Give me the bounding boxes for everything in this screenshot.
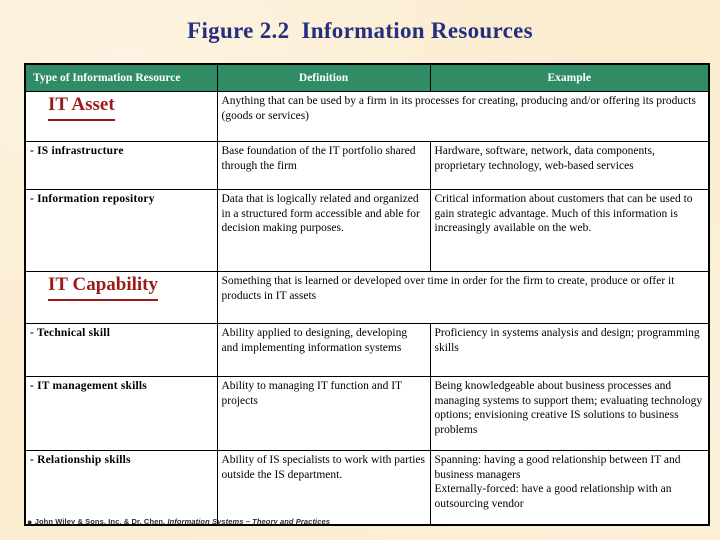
item-label-information-repository: - Information repository bbox=[24, 189, 218, 272]
item-example-technical-skill: Proficiency in systems analysis and desi… bbox=[429, 323, 710, 377]
category-definition-it-capability: Something that is learned or developed o… bbox=[216, 271, 710, 324]
category-cell-it-capability: IT Capability bbox=[24, 271, 218, 324]
column-header-example: Example bbox=[429, 63, 710, 92]
table-row-relationship-skills: - Relationship skills Ability of IS spec… bbox=[24, 450, 710, 526]
item-definition-it-management-skills: Ability to managing IT function and IT p… bbox=[216, 376, 431, 451]
item-example-information-repository: Critical information about customers tha… bbox=[429, 189, 710, 272]
table-row-technical-skill: - Technical skill Ability applied to des… bbox=[24, 323, 710, 377]
column-header-type: Type of Information Resource bbox=[24, 63, 218, 92]
column-header-definition: Definition bbox=[216, 63, 431, 92]
category-label-it-capability: IT Capability bbox=[48, 274, 158, 301]
item-definition-technical-skill: Ability applied to designing, developing… bbox=[216, 323, 431, 377]
item-label-relationship-skills: - Relationship skills bbox=[24, 450, 218, 526]
item-definition-information-repository: Data that is logically related and organ… bbox=[216, 189, 431, 272]
item-definition-is-infrastructure: Base foundation of the IT portfolio shar… bbox=[216, 141, 431, 190]
footer-text: John Wiley & Sons, Inc. & Dr. Chen, bbox=[34, 517, 168, 526]
item-example-it-management-skills: Being knowledgeable about business proce… bbox=[429, 376, 710, 451]
information-resources-table-wrapper: Type of Information Resource Definition … bbox=[24, 63, 710, 526]
table-row-category-it-asset: IT Asset Anything that can be used by a … bbox=[24, 91, 710, 142]
information-resources-table: Type of Information Resource Definition … bbox=[24, 63, 710, 526]
page-title: Figure 2.2 Information Resources bbox=[187, 18, 533, 43]
item-example-relationship-skills: Spanning: having a good relationship bet… bbox=[429, 450, 710, 526]
table-header-row: Type of Information Resource Definition … bbox=[24, 63, 710, 92]
item-example-is-infrastructure: Hardware, software, network, data compon… bbox=[429, 141, 710, 190]
category-cell-it-asset: IT Asset bbox=[24, 91, 218, 142]
category-definition-it-asset: Anything that can be used by a firm in i… bbox=[216, 91, 710, 142]
bullet-icon: ● bbox=[27, 517, 33, 527]
item-definition-relationship-skills: Ability of IS specialists to work with p… bbox=[216, 450, 431, 526]
category-label-it-asset: IT Asset bbox=[48, 94, 115, 121]
footer-book-title: Information Systems – Theory and Practic… bbox=[167, 517, 331, 526]
slide-canvas: Figure 2.2 Information Resources Type of… bbox=[0, 0, 720, 540]
item-label-technical-skill: - Technical skill bbox=[24, 323, 218, 377]
item-label-it-management-skills: - IT management skills bbox=[24, 376, 218, 451]
table-row-it-management-skills: - IT management skills Ability to managi… bbox=[24, 376, 710, 451]
copyright-footer: ● John Wiley & Sons, Inc. & Dr. Chen, In… bbox=[27, 517, 330, 527]
table-row-information-repository: - Information repository Data that is lo… bbox=[24, 189, 710, 272]
item-label-is-infrastructure: - IS infrastructure bbox=[24, 141, 218, 190]
table-row-is-infrastructure: - IS infrastructure Base foundation of t… bbox=[24, 141, 710, 190]
table-row-category-it-capability: IT Capability Something that is learned … bbox=[24, 271, 710, 324]
